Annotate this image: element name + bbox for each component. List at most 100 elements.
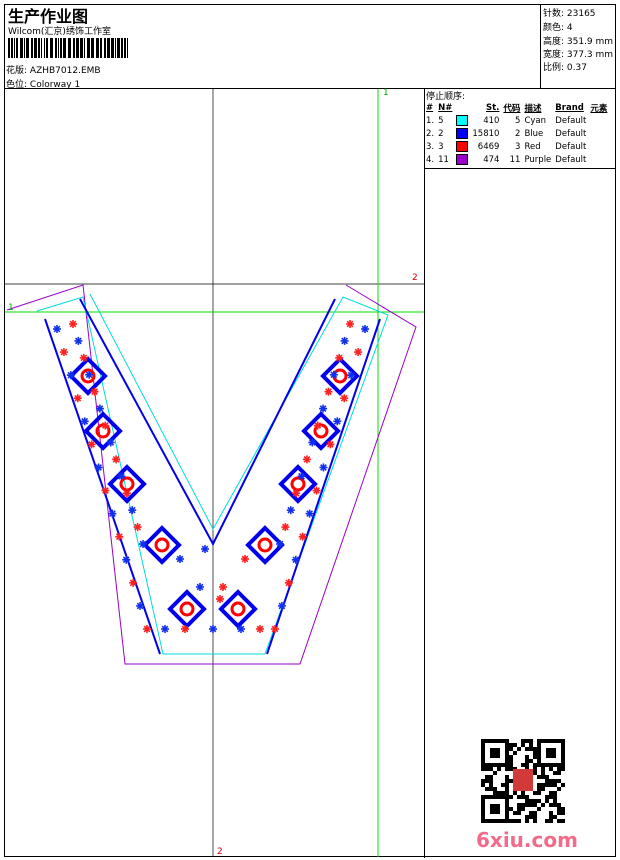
barcode	[8, 38, 128, 58]
stitch-motif	[324, 387, 333, 396]
stitch-count: 针数: 23165	[543, 9, 596, 19]
company-name: Wilcom(汇京)绣饰工作室	[8, 27, 111, 37]
stitch-motif	[94, 463, 103, 472]
col-header: St.	[486, 102, 500, 113]
needle-number: 3	[438, 141, 444, 152]
stitch-motif	[271, 625, 279, 633]
stitch-motif	[326, 440, 335, 449]
color-swatch	[456, 115, 469, 126]
stitch-motif	[347, 371, 356, 380]
stitch-count: 410	[483, 115, 500, 126]
stitch-motif	[181, 625, 189, 633]
stitch-motif	[108, 509, 117, 518]
stitch-motif	[298, 532, 307, 541]
stitch-motif	[361, 325, 369, 333]
stitch-motif	[333, 417, 342, 426]
stitch-motif	[161, 625, 169, 633]
stitch-motif	[136, 601, 145, 610]
stitch-motif	[74, 336, 83, 345]
row-index: 2.	[426, 128, 435, 139]
color-row: 2. 2 15810 2 Blue Default	[424, 127, 609, 140]
stitch-motif	[276, 540, 284, 548]
stitch-motif	[340, 394, 349, 403]
stitch-motif	[335, 353, 344, 362]
watermark: 6xiu.com	[476, 828, 578, 852]
purple-outline	[6, 284, 417, 665]
design-width: 宽度: 377.3 mm	[543, 50, 614, 60]
stitch-motif	[201, 545, 209, 553]
col-header-swatch	[454, 101, 470, 114]
stitch-motif	[101, 421, 110, 430]
stitch-count: 6469	[477, 141, 500, 152]
color-sequence-table: # N# St. 代码 描述 Brand 元素 1. 5 410 5 Cyan …	[424, 101, 609, 166]
color-code: 2	[515, 128, 521, 139]
stitch-motif	[69, 320, 77, 328]
stitch-motif	[143, 625, 151, 633]
needle-number: 5	[438, 115, 444, 126]
stitch-motif	[308, 438, 317, 447]
color-row: 3. 3 6469 3 Red Default	[424, 140, 609, 153]
design-file: 花版: AZHB7012.EMB	[6, 66, 101, 76]
col-header: Brand	[555, 102, 584, 113]
divider	[424, 88, 425, 858]
color-swatch	[456, 128, 469, 139]
divider	[540, 4, 541, 88]
stitch-motif	[354, 348, 363, 357]
brand: Default	[555, 128, 587, 139]
stitch-motif	[281, 523, 290, 532]
stitch-motif	[216, 595, 224, 603]
color-swatch	[456, 154, 469, 165]
stitch-motif	[277, 601, 286, 610]
color-code: 11	[509, 154, 521, 165]
stitch-motif	[329, 370, 338, 379]
stitch-motif	[122, 489, 131, 498]
stitch-motif	[256, 625, 264, 633]
brand: Default	[555, 141, 587, 152]
stitch-motif	[59, 348, 68, 357]
color-swatch-cell	[454, 114, 470, 127]
needle-number: 2	[438, 128, 444, 139]
row-index: 3.	[426, 141, 435, 152]
row-index: 1.	[426, 115, 435, 126]
stitch-motif	[196, 583, 204, 591]
stitch-motif	[237, 625, 245, 633]
diamond-motif	[167, 589, 207, 629]
stitch-motif	[90, 387, 99, 396]
col-header: N#	[438, 102, 453, 113]
col-header: #	[426, 102, 434, 113]
stitch-motif	[313, 421, 322, 430]
col-header: 元素	[590, 103, 608, 114]
stitch-motif	[305, 509, 314, 518]
col-header: 代码	[503, 103, 521, 114]
color-count: 颜色: 4	[543, 23, 573, 33]
stitch-motif	[80, 417, 89, 426]
col-header: 描述	[524, 103, 542, 114]
stitch-motif	[292, 489, 301, 498]
stitch-motif	[302, 455, 311, 464]
stitch-motif	[73, 394, 82, 403]
brand: Default	[555, 154, 587, 165]
brand: Default	[555, 115, 587, 126]
element	[588, 153, 609, 166]
diamond-motif	[218, 589, 258, 629]
design-height: 高度: 351.9 mm	[543, 37, 614, 47]
stitch-motif	[284, 578, 293, 587]
row-index: 4.	[426, 154, 435, 165]
qr-code	[481, 739, 565, 823]
color-desc: Blue	[524, 128, 544, 139]
stitch-motif	[129, 578, 138, 587]
stitch-motif	[133, 523, 142, 532]
blue-border	[79, 298, 336, 547]
stitch-motif	[291, 555, 300, 564]
stitch-motif	[340, 336, 349, 345]
stitch-motif	[128, 506, 137, 515]
stitch-motif	[286, 506, 295, 515]
diamond-motif	[142, 525, 182, 565]
stitch-motif	[297, 472, 306, 481]
color-row: 4. 11 474 11 Purple Default	[424, 153, 609, 166]
stitch-motif	[87, 440, 96, 449]
stitch-motif	[66, 371, 75, 380]
color-swatch-cell	[454, 127, 470, 140]
stitch-motif	[85, 370, 94, 379]
production-sheet: 生产作业图 Wilcom(汇京)绣饰工作室 花版: AZHB7012.EMB 色…	[0, 0, 620, 860]
